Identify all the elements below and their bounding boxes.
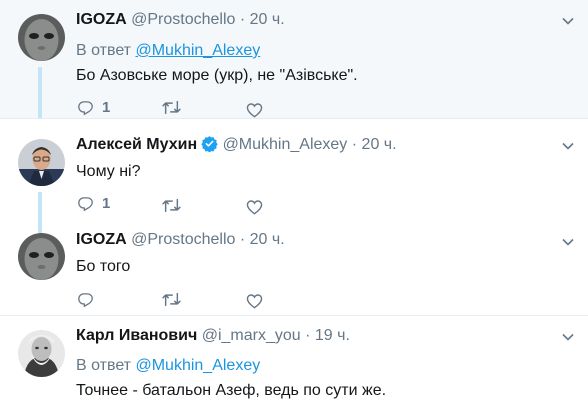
- reply-context: В ответ @Mukhin_Alexey: [76, 356, 260, 376]
- avatar-image: [18, 233, 65, 280]
- tweet-header: IGOZA @Prostochello · 20 ч.: [76, 10, 285, 30]
- separator: ·: [239, 231, 246, 248]
- display-name[interactable]: IGOZA: [76, 11, 127, 28]
- tweet[interactable]: IGOZA @Prostochello · 20 ч. В ответ @Muk…: [0, 0, 588, 118]
- username[interactable]: @Prostochello: [131, 11, 235, 28]
- separator: ·: [239, 11, 246, 28]
- like-button[interactable]: [246, 197, 263, 217]
- avatar[interactable]: [18, 14, 65, 61]
- retweet-button[interactable]: [162, 195, 181, 215]
- like-icon: [246, 103, 263, 118]
- username[interactable]: @Prostochello: [131, 231, 235, 248]
- tweet-text: Бо того: [76, 258, 131, 275]
- username[interactable]: @i_marx_you: [202, 327, 301, 344]
- retweet-button[interactable]: [162, 289, 181, 309]
- verified-badge-icon: [201, 136, 218, 152]
- retweet-icon: [162, 292, 181, 306]
- like-icon: [246, 200, 263, 215]
- avatar-image: [18, 14, 65, 61]
- tweet-text: Чому ні?: [76, 163, 141, 180]
- display-name[interactable]: IGOZA: [76, 231, 127, 248]
- caret-down-icon[interactable]: [562, 140, 574, 152]
- reply-prefix: В ответ: [76, 357, 132, 374]
- avatar[interactable]: [18, 233, 65, 280]
- reply-button[interactable]: 1: [77, 193, 110, 213]
- caret-down-icon[interactable]: [562, 331, 574, 343]
- retweet-button[interactable]: [162, 97, 181, 117]
- separator: ·: [305, 327, 311, 344]
- tweet-text: Бо Азовське море (укр), не "Азівське".: [76, 67, 358, 84]
- caret-down-icon[interactable]: [562, 15, 574, 27]
- like-button[interactable]: [246, 291, 263, 311]
- like-icon: [246, 294, 263, 309]
- display-name[interactable]: Алексей Мухин: [76, 136, 197, 153]
- timestamp[interactable]: 20 ч.: [362, 136, 397, 153]
- username[interactable]: @Mukhin_Alexey: [223, 136, 348, 153]
- reply-mention-link[interactable]: @Mukhin_Alexey: [135, 357, 260, 374]
- timestamp[interactable]: 20 ч.: [250, 231, 285, 248]
- avatar-image: [18, 330, 65, 377]
- timestamp[interactable]: 19 ч.: [315, 327, 350, 344]
- avatar[interactable]: [18, 139, 65, 186]
- tweet-header: IGOZA @Prostochello · 20 ч.: [76, 230, 285, 250]
- like-button[interactable]: [246, 100, 263, 120]
- caret-down-icon[interactable]: [562, 236, 574, 248]
- avatar[interactable]: [18, 330, 65, 377]
- avatar-image: [18, 139, 65, 186]
- reply-button[interactable]: [77, 289, 102, 309]
- tweet[interactable]: Алексей Мухин @Mukhin_Alexey · 20 ч. Чом…: [0, 118, 588, 221]
- reply-button[interactable]: 1: [77, 97, 110, 117]
- reply-icon: [78, 292, 93, 307]
- thread-line: [38, 192, 42, 221]
- reply-count: 1: [102, 98, 111, 116]
- reply-prefix: В ответ: [76, 42, 132, 59]
- thread-line: [38, 221, 42, 233]
- display-name[interactable]: Карл Иванович: [76, 327, 197, 344]
- separator: ·: [351, 136, 358, 153]
- timestamp[interactable]: 20 ч.: [250, 11, 285, 28]
- reply-mention-link[interactable]: @Mukhin_Alexey: [135, 42, 260, 59]
- reply-context: В ответ @Mukhin_Alexey: [76, 41, 260, 61]
- reply-count: 1: [102, 194, 111, 212]
- tweet-text: Точнее - батальон Азеф, ведь по сути же.: [76, 382, 387, 399]
- tweet[interactable]: Карл Иванович @i_marx_you · 19 ч. В отве…: [0, 315, 588, 407]
- thread-line: [38, 67, 42, 118]
- tweet-header: Карл Иванович @i_marx_you · 19 ч.: [76, 326, 350, 346]
- tweet[interactable]: IGOZA @Prostochello · 20 ч. Бо того: [0, 221, 588, 315]
- reply-icon: [78, 196, 93, 211]
- retweet-icon: [162, 198, 181, 212]
- tweet-header: Алексей Мухин @Mukhin_Alexey · 20 ч.: [76, 135, 397, 155]
- retweet-icon: [162, 100, 181, 114]
- reply-icon: [78, 100, 93, 115]
